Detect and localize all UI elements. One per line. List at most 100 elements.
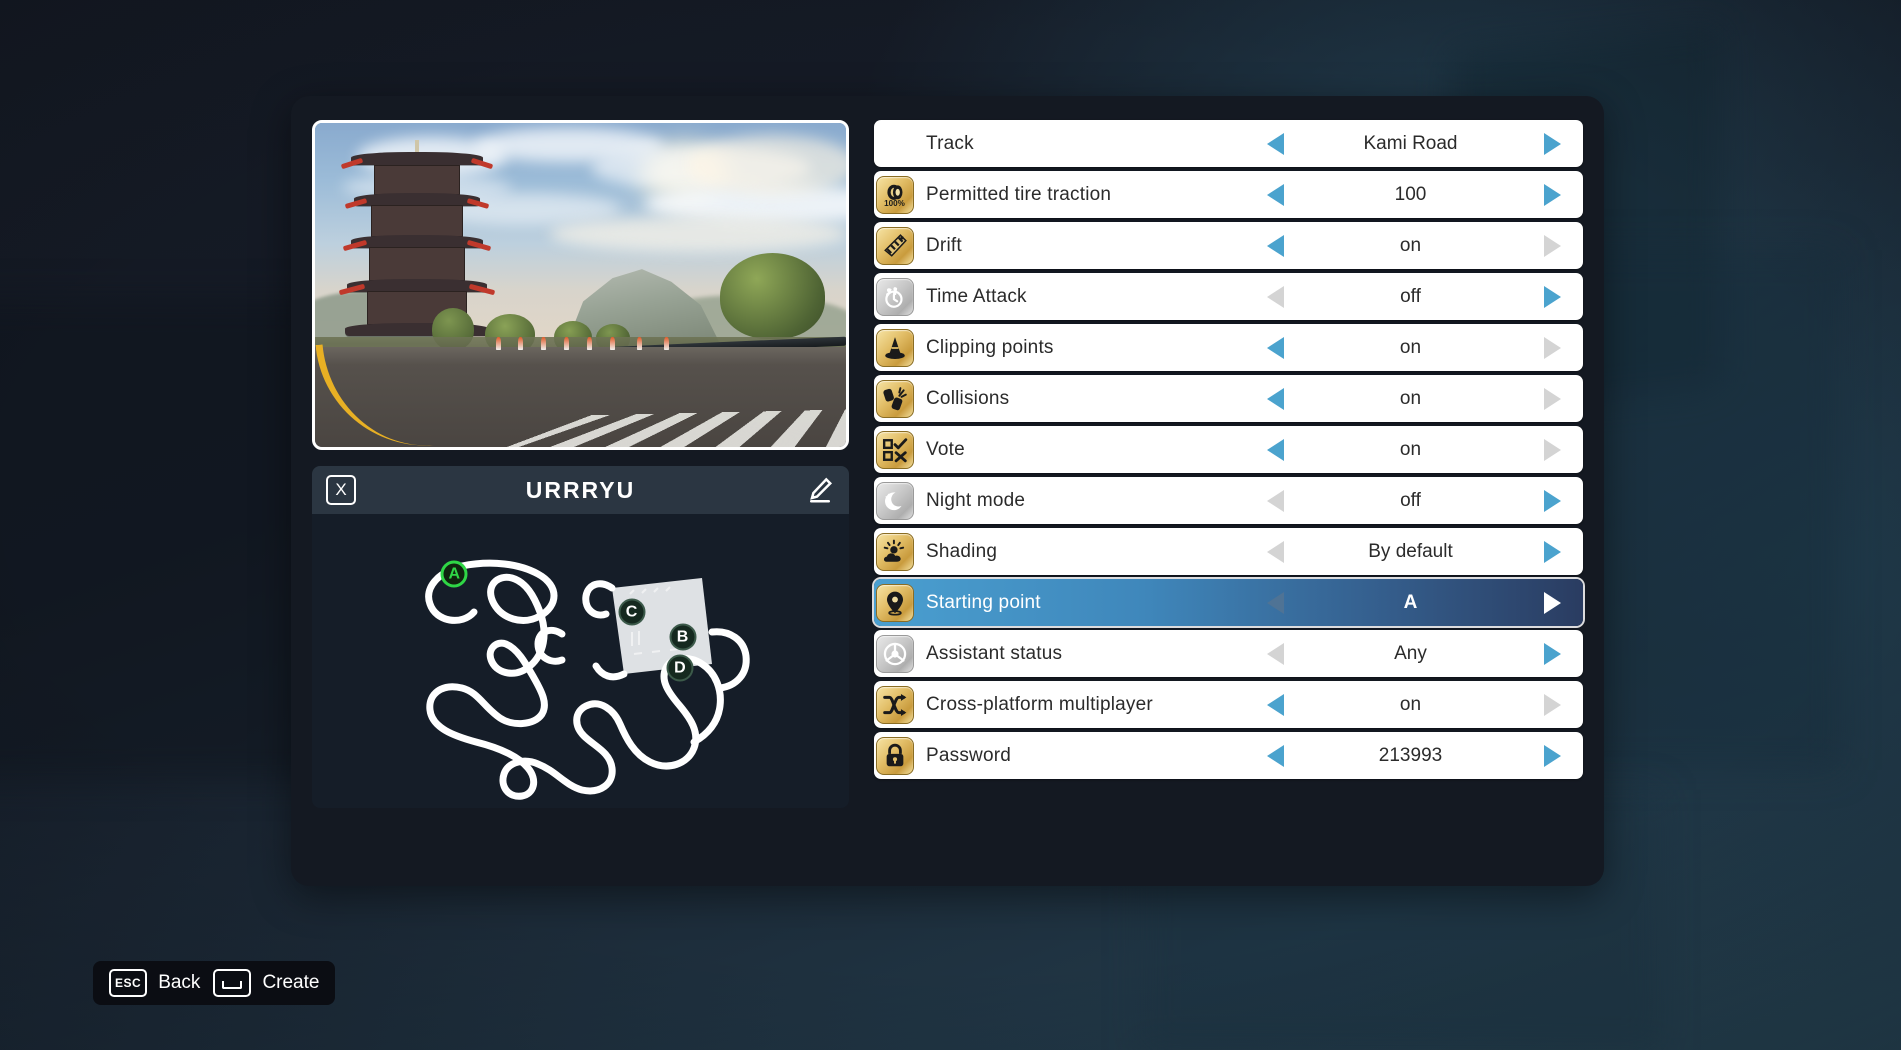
pencil-icon[interactable] [805,475,835,505]
settings-row-value: By default [1368,540,1453,562]
room-name-label: URRRYU [525,476,636,503]
vote-icon [876,430,914,469]
increment-arrow-icon[interactable] [1544,744,1561,767]
settings-row-label: Drift [926,234,962,256]
decrement-arrow-icon[interactable] [1267,234,1284,257]
decrement-arrow-icon [1267,540,1284,563]
settings-row-label: Clipping points [926,336,1054,358]
settings-list: Track Kami Road 100% Permitted tire tractio… [874,120,1583,779]
settings-row-night-mode[interactable]: Night mode off [874,477,1583,524]
svg-text:100%: 100% [884,198,905,207]
close-room-button[interactable]: X [326,475,356,505]
settings-row-password[interactable]: Password 213993 [874,732,1583,779]
steering-icon [876,634,914,673]
settings-row-value: on [1399,693,1422,715]
decrement-arrow-icon[interactable] [1267,336,1284,359]
tire-icon: 100% [876,175,914,214]
hint-create[interactable]: Create [213,969,319,997]
settings-row-label: Collisions [926,387,1010,409]
cone [587,336,593,350]
minimap-marker-c[interactable]: C [618,598,645,626]
settings-row-cross-platform-multiplayer[interactable]: Cross-platform multiplayer on [874,681,1583,728]
increment-arrow-icon [1544,693,1561,716]
settings-row-starting-point[interactable]: Starting point A [874,579,1583,626]
tree [719,252,825,339]
settings-row-value: off [1400,489,1421,511]
increment-arrow-icon [1544,438,1561,461]
sun-cloud-icon [876,532,914,571]
room-name-bar: X URRRYU [312,466,849,514]
minimap-marker-d[interactable]: D [666,654,694,682]
settings-row-label: Assistant status [926,642,1063,664]
settings-row-value: 100 [1394,183,1427,205]
settings-row-value: A [1403,591,1418,613]
settings-row-vote[interactable]: Vote on [874,426,1583,473]
hint-back[interactable]: ESC Back [109,969,200,997]
close-room-label: X [335,480,347,499]
hint-back-label: Back [158,972,201,993]
collision-icon [876,379,914,418]
increment-arrow-icon[interactable] [1544,642,1561,665]
decrement-arrow-icon[interactable] [1267,744,1284,767]
settings-row-value: on [1399,336,1422,358]
track-path-upper-left [582,580,616,619]
settings-row-label: Night mode [926,489,1026,511]
lobby-settings-panel: X URRRYU A B C D Track Kami Road 100% Pe… [291,96,1604,886]
track-layout-svg [425,559,750,800]
pagoda-eave [344,198,368,210]
settings-row-value: on [1399,387,1422,409]
footer-hint-bar: ESC Back Create [93,961,336,1005]
increment-arrow-icon[interactable] [1544,285,1561,308]
hint-create-label: Create [262,972,320,993]
cone [564,336,570,350]
pagoda-tier [373,165,460,196]
increment-arrow-icon[interactable] [1544,489,1561,512]
decrement-arrow-icon[interactable] [1267,183,1284,206]
cone-icon [876,328,914,367]
settings-row-time-attack[interactable]: Time Attack off [874,273,1583,320]
settings-row-value: Any [1394,642,1427,664]
pagoda-roof [350,152,483,166]
cone-row [495,336,687,353]
cone [495,336,501,350]
settings-row-assistant-status[interactable]: Assistant status Any [874,630,1583,677]
settings-row-permitted-tire-traction[interactable]: 100% Permitted tire traction 100 [874,171,1583,218]
cone [636,336,642,350]
settings-row-drift[interactable]: Drift on [874,222,1583,269]
settings-row-label: Cross-platform multiplayer [926,693,1153,715]
decrement-arrow-icon [1267,642,1284,665]
decrement-arrow-icon [1267,591,1284,614]
cone [610,336,616,350]
minimap-marker-b[interactable]: B [669,623,697,651]
space-key-icon [213,969,252,997]
decrement-arrow-icon[interactable] [1267,438,1284,461]
track-minimap[interactable]: A BCD [312,514,849,808]
increment-arrow-icon[interactable] [1544,540,1561,563]
settings-row-shading[interactable]: Shading By default [874,528,1583,575]
cloud [548,216,846,253]
decrement-arrow-icon[interactable] [1267,132,1284,155]
settings-row-clipping-points[interactable]: Clipping points on [874,324,1583,371]
pagoda-tier [368,247,465,282]
decrement-arrow-icon[interactable] [1267,693,1284,716]
decrement-arrow-icon[interactable] [1267,387,1284,410]
moon-icon [876,481,914,520]
settings-row-track[interactable]: Track Kami Road [874,120,1583,167]
settings-row-collisions[interactable]: Collisions on [874,375,1583,422]
increment-arrow-icon[interactable] [1544,183,1561,206]
cone [541,336,547,350]
drift-icon [876,226,914,265]
decrement-arrow-icon [1267,285,1284,308]
track-path-lower-left [592,662,628,681]
increment-arrow-icon[interactable] [1544,591,1561,614]
decrement-arrow-icon [1267,489,1284,512]
minimap-marker-a[interactable]: A [440,560,468,588]
pagoda-eave [342,239,368,252]
settings-row-label: Vote [926,438,965,460]
settings-row-value: 213993 [1378,744,1443,766]
map-pin-icon [876,583,914,622]
increment-arrow-icon [1544,387,1561,410]
no-icon [876,125,914,163]
cloud [686,134,846,195]
increment-arrow-icon[interactable] [1544,132,1561,155]
